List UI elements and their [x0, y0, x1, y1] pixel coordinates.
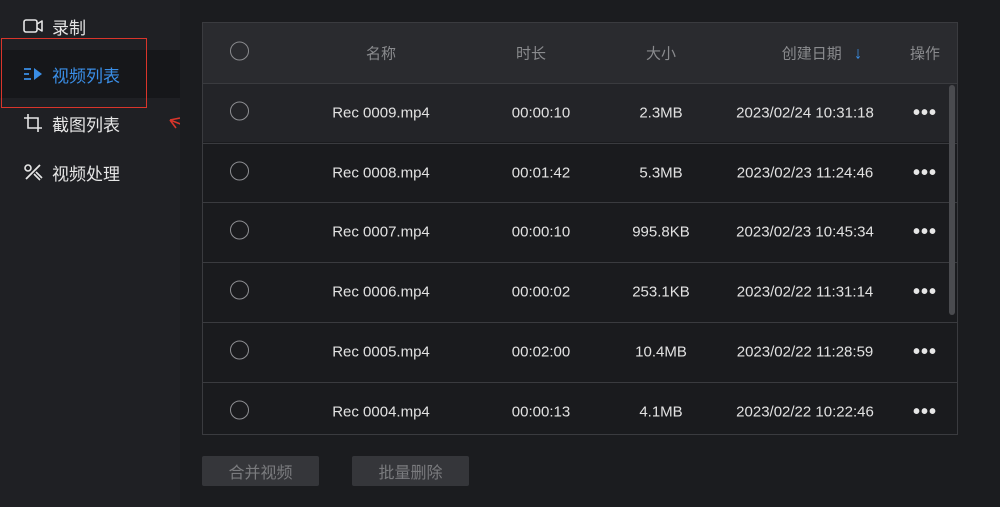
- row-size: 2.3MB: [639, 104, 683, 122]
- row-duration: 00:00:10: [511, 223, 571, 241]
- table-row[interactable]: Rec 0004.mp4 00:00:13 4.1MB 2023/02/22 10:2…: [203, 381, 957, 435]
- sidebar: 录制 视频列表 截图列表 视频处理: [0, 0, 180, 507]
- table-row[interactable]: Rec 0009.mp4 00:00:10 2.3MB 2023/02/24 10:3…: [203, 83, 957, 142]
- row-select-checkbox[interactable]: [230, 220, 249, 244]
- row-duration: 00:00:13: [511, 403, 571, 420]
- table-scrollbar[interactable]: [949, 85, 955, 315]
- row-size: 253.1KB: [632, 283, 690, 301]
- sidebar-item-record[interactable]: 录制: [0, 2, 180, 50]
- row-size: 10.4MB: [635, 343, 687, 361]
- row-select-checkbox[interactable]: [230, 280, 249, 304]
- main-content: 名称 时长 大小 创建日期 ↓ 操作 Rec 0009.mp4 00:00:10 2…: [180, 0, 1000, 507]
- sidebar-item-label: 截图列表: [52, 115, 120, 135]
- row-select-checkbox[interactable]: [230, 101, 249, 125]
- more-options-icon[interactable]: •••: [897, 163, 953, 183]
- row-name: Rec 0005.mp4: [332, 343, 430, 361]
- more-options-icon[interactable]: •••: [897, 342, 953, 362]
- table-row[interactable]: Rec 0008.mp4 00:01:42 5.3MB 2023/02/23 11:2…: [203, 142, 957, 202]
- header-created[interactable]: 创建日期 ↓: [747, 43, 897, 64]
- row-select-checkbox[interactable]: [230, 340, 249, 363]
- header-created-label: 创建日期: [781, 45, 842, 63]
- sidebar-item-label: 视频列表: [52, 66, 120, 86]
- header-duration[interactable]: 时长: [491, 43, 571, 64]
- sidebar-item-video-list[interactable]: 视频列表: [0, 50, 180, 98]
- table-row[interactable]: Rec 0007.mp4 00:00:10 995.8KB 2023/02/23 10…: [203, 202, 957, 261]
- video-camera-icon: [22, 15, 44, 37]
- select-all-checkbox[interactable]: [230, 41, 249, 65]
- row-created: 2023/02/22 11:31:14: [736, 283, 874, 301]
- row-duration: 00:02:00: [511, 343, 571, 361]
- row-select-checkbox[interactable]: [230, 400, 249, 423]
- more-options-icon[interactable]: •••: [897, 222, 953, 242]
- sort-arrow-icon: ↓: [853, 43, 863, 62]
- sidebar-item-video-processing[interactable]: 视频处理: [0, 148, 180, 196]
- table-row[interactable]: Rec 0006.mp4 00:00:02 253.1KB 2023/02/22 11…: [203, 262, 957, 321]
- sidebar-item-label: 视频处理: [52, 164, 120, 184]
- table-header: 名称 时长 大小 创建日期 ↓ 操作: [203, 23, 957, 83]
- video-edit-icon: [22, 161, 44, 183]
- video-table: 名称 时长 大小 创建日期 ↓ 操作 Rec 0009.mp4 00:00:10 2…: [202, 22, 958, 435]
- row-name: Rec 0008.mp4: [332, 164, 430, 182]
- row-size: 4.1MB: [639, 403, 683, 420]
- batch-delete-button[interactable]: 批量删除: [352, 456, 469, 486]
- row-created: 2023/02/22 10:22:46: [736, 403, 874, 420]
- sidebar-item-screenshot-list[interactable]: 截图列表: [0, 99, 180, 147]
- play-list-icon: [22, 63, 44, 85]
- row-duration: 00:01:42: [511, 164, 571, 182]
- row-name: Rec 0009.mp4: [332, 104, 430, 122]
- row-size: 995.8KB: [632, 223, 690, 241]
- more-options-icon[interactable]: •••: [897, 282, 953, 302]
- screenshot-icon: [22, 112, 44, 134]
- sidebar-item-label: 录制: [52, 18, 86, 38]
- row-created: 2023/02/24 10:31:18: [736, 104, 874, 122]
- header-name[interactable]: 名称: [321, 43, 441, 64]
- row-select-checkbox[interactable]: [230, 161, 249, 184]
- row-size: 5.3MB: [639, 164, 683, 182]
- row-created: 2023/02/22 11:28:59: [736, 343, 874, 361]
- merge-videos-button[interactable]: 合并视频: [202, 456, 319, 486]
- row-name: Rec 0004.mp4: [332, 403, 430, 420]
- table-row[interactable]: Rec 0005.mp4 00:02:00 10.4MB 2023/02/22 11:…: [203, 321, 957, 381]
- row-duration: 00:00:02: [511, 283, 571, 301]
- header-size[interactable]: 大小: [621, 43, 701, 64]
- row-created: 2023/02/23 11:24:46: [736, 164, 874, 182]
- row-name: Rec 0007.mp4: [332, 223, 430, 241]
- more-options-icon[interactable]: •••: [897, 103, 953, 123]
- row-duration: 00:00:10: [511, 104, 571, 122]
- row-name: Rec 0006.mp4: [332, 283, 430, 301]
- header-actions: 操作: [909, 45, 940, 63]
- row-created: 2023/02/23 10:45:34: [736, 223, 874, 241]
- more-options-icon[interactable]: •••: [897, 402, 953, 422]
